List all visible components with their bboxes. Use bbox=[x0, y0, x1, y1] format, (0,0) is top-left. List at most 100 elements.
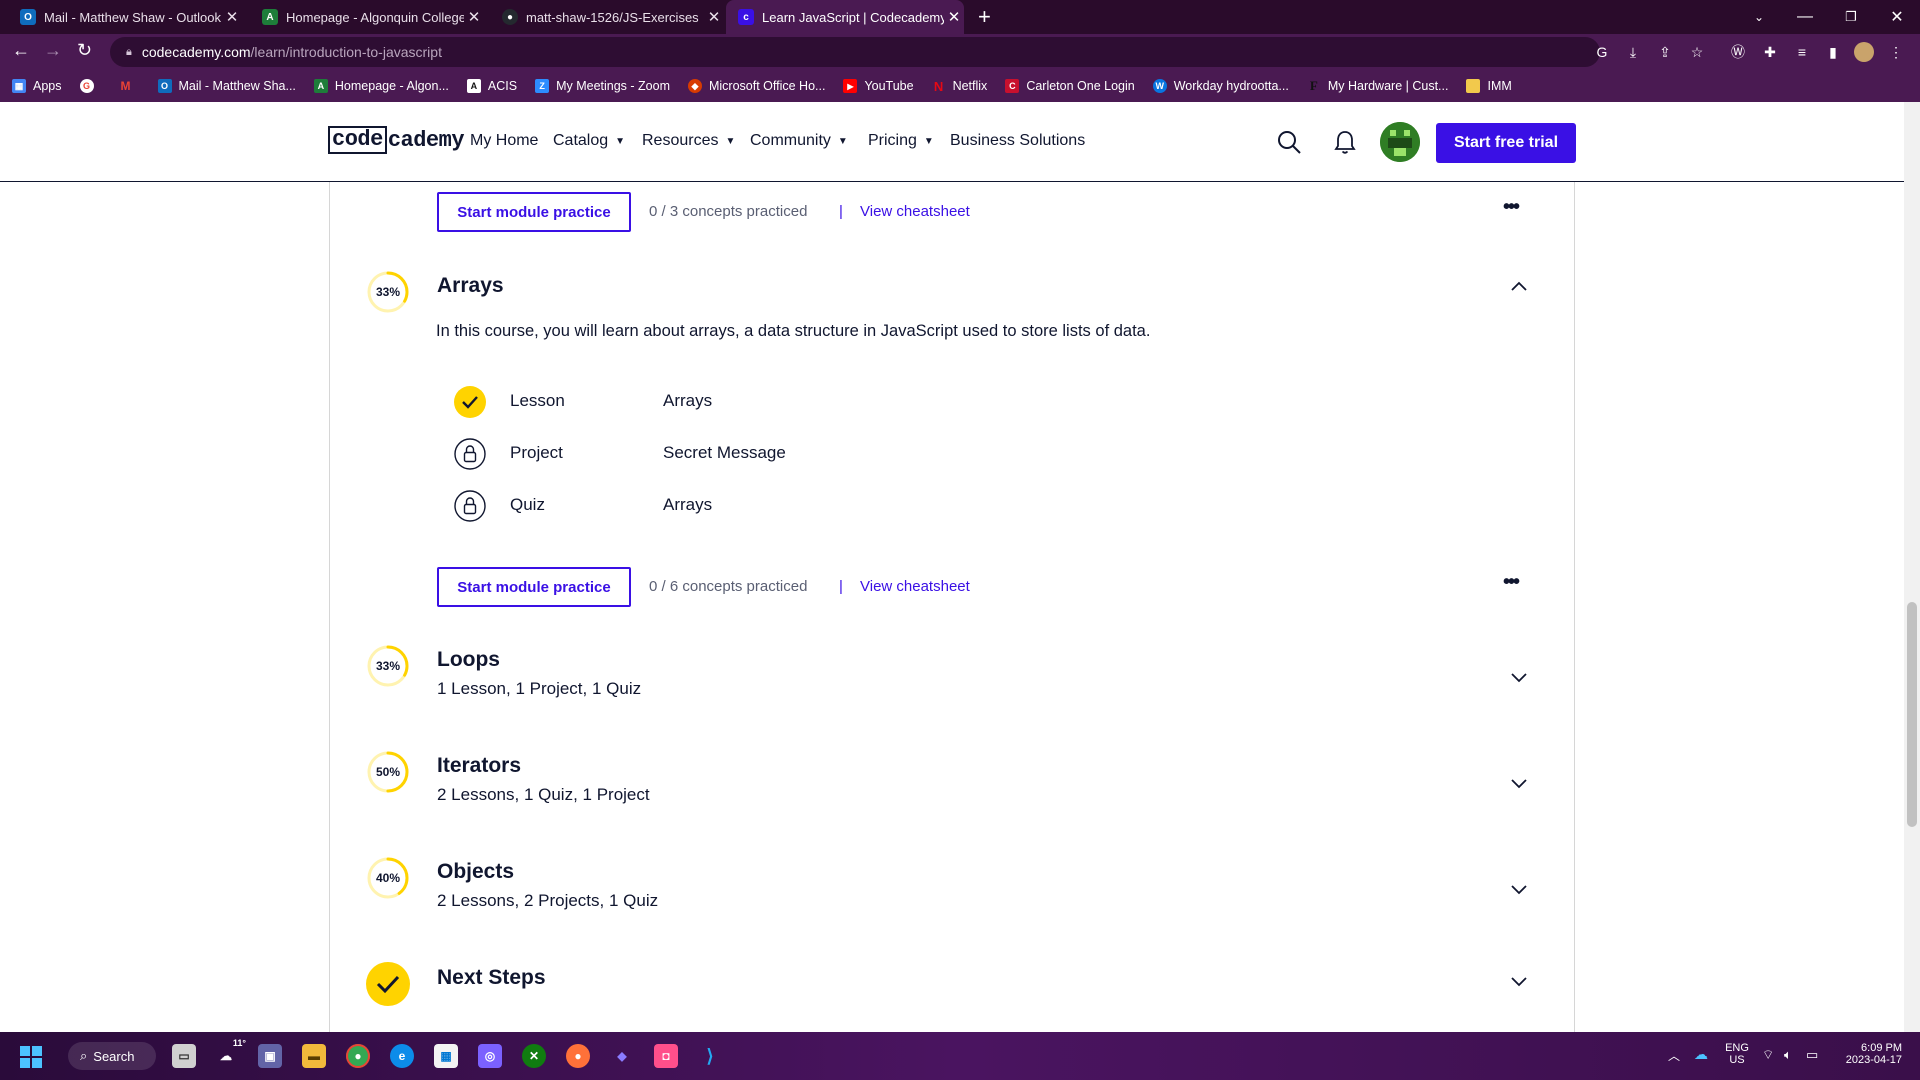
bookmark-gmail[interactable]: M bbox=[119, 79, 140, 93]
bookmark-acis[interactable]: A ACIS bbox=[466, 79, 517, 93]
nav-resources[interactable]: Resources ▼ bbox=[642, 132, 735, 150]
view-cheatsheet-link[interactable]: View cheatsheet bbox=[860, 203, 970, 220]
start-module-practice-button[interactable]: Start module practice bbox=[437, 567, 631, 607]
chevron-up-icon[interactable]: ︿ bbox=[1668, 1047, 1680, 1064]
item-name[interactable]: Arrays bbox=[663, 391, 712, 411]
bookmark-apps[interactable]: ▦ Apps bbox=[12, 79, 62, 93]
concepts-practiced: 0 / 6 concepts practiced bbox=[649, 578, 808, 595]
bookmark-office[interactable]: ◆ Microsoft Office Ho... bbox=[687, 79, 825, 93]
install-app-icon[interactable]: ⤓ bbox=[1623, 42, 1643, 62]
bookmark-google[interactable]: G bbox=[79, 79, 101, 93]
tab-codecademy[interactable]: c Learn JavaScript | Codecademy ✕ bbox=[726, 0, 964, 34]
chevron-down-icon[interactable] bbox=[1510, 972, 1528, 990]
obsidian-icon[interactable]: ◆ bbox=[610, 1044, 634, 1068]
chrome-icon[interactable]: ● bbox=[346, 1044, 370, 1068]
taskbar-search[interactable]: ⌕ Search bbox=[68, 1042, 156, 1070]
module-title[interactable]: Next Steps bbox=[437, 966, 546, 990]
battery-icon[interactable]: ▭ bbox=[1806, 1047, 1818, 1063]
language-indicator[interactable]: ENG US bbox=[1722, 1042, 1752, 1066]
app-icon[interactable]: ◘ bbox=[654, 1044, 678, 1068]
bookmark-hardware[interactable]: F My Hardware | Cust... bbox=[1307, 78, 1449, 93]
weather-badge: 11° bbox=[232, 1038, 246, 1048]
more-options-icon[interactable]: ••• bbox=[1503, 196, 1520, 219]
bookmark-youtube[interactable]: ▶ YouTube bbox=[843, 79, 914, 93]
share-icon[interactable]: ⇪ bbox=[1655, 42, 1675, 62]
close-icon[interactable]: ✕ bbox=[704, 8, 724, 26]
bookmark-zoom[interactable]: Z My Meetings - Zoom bbox=[535, 79, 670, 93]
edge-icon[interactable]: e bbox=[390, 1044, 414, 1068]
extension-w-icon[interactable]: Ⓦ bbox=[1728, 42, 1748, 62]
vscode-icon[interactable]: ⟩ bbox=[698, 1044, 722, 1068]
tab-search-icon[interactable]: ⌄ bbox=[1736, 0, 1782, 34]
bookmark-workday[interactable]: W Workday hydrootta... bbox=[1152, 79, 1289, 93]
menu-kebab-icon[interactable]: ⋮ bbox=[1886, 42, 1906, 62]
forward-icon[interactable]: → bbox=[44, 40, 62, 61]
close-icon[interactable]: ✕ bbox=[464, 8, 484, 26]
nav-community[interactable]: Community ▼ bbox=[750, 132, 848, 150]
nav-pricing[interactable]: Pricing ▼ bbox=[868, 132, 934, 150]
bookmark-algonquin[interactable]: A Homepage - Algon... bbox=[313, 79, 449, 93]
weather-widget-icon[interactable]: ☁ 11° bbox=[214, 1038, 246, 1068]
chevron-down-icon[interactable] bbox=[1510, 880, 1528, 898]
volume-icon[interactable]: 🔈︎ bbox=[1784, 1047, 1792, 1063]
extensions-puzzle-icon[interactable]: ✚ bbox=[1760, 42, 1780, 62]
file-explorer-icon[interactable]: ▬ bbox=[302, 1044, 326, 1068]
reload-icon[interactable]: ↻ bbox=[77, 40, 92, 61]
footer-separator: | bbox=[839, 578, 843, 595]
profile-avatar[interactable] bbox=[1854, 42, 1874, 62]
nav-business-solutions[interactable]: Business Solutions bbox=[950, 132, 1085, 150]
close-icon[interactable]: ✕ bbox=[944, 8, 964, 26]
side-panel-icon[interactable]: ▮ bbox=[1823, 42, 1843, 62]
clock[interactable]: 6:09 PM 2023-04-17 bbox=[1836, 1042, 1902, 1066]
bookmark-carleton[interactable]: C Carleton One Login bbox=[1005, 79, 1135, 93]
codecademy-logo[interactable]: code cademy bbox=[328, 126, 465, 154]
scrollbar-thumb[interactable] bbox=[1907, 602, 1917, 827]
chevron-up-icon[interactable] bbox=[1510, 278, 1528, 296]
new-tab-button[interactable]: + bbox=[978, 4, 991, 30]
bell-icon[interactable] bbox=[1333, 129, 1357, 155]
bookmark-imm[interactable]: IMM bbox=[1466, 79, 1512, 93]
window-close-icon[interactable]: ✕ bbox=[1874, 0, 1920, 34]
windows-start-icon[interactable] bbox=[20, 1046, 42, 1068]
item-name[interactable]: Arrays bbox=[663, 495, 712, 515]
bookmark-star-icon[interactable]: ☆ bbox=[1687, 42, 1707, 62]
task-view-icon[interactable]: ▭ bbox=[172, 1044, 196, 1068]
avatar[interactable] bbox=[1380, 122, 1420, 162]
firefox-icon[interactable]: ● bbox=[566, 1044, 590, 1068]
tab-outlook[interactable]: O Mail - Matthew Shaw - Outlook ✕ bbox=[16, 0, 242, 34]
onedrive-icon[interactable]: ☁ bbox=[1694, 1046, 1708, 1063]
more-options-icon[interactable]: ••• bbox=[1503, 571, 1520, 594]
chevron-down-icon[interactable] bbox=[1510, 668, 1528, 686]
tab-github[interactable]: ● matt-shaw-1526/JS-Exercises ✕ bbox=[498, 0, 724, 34]
microsoft-store-icon[interactable]: ▦ bbox=[434, 1044, 458, 1068]
module-title[interactable]: Iterators bbox=[437, 754, 521, 778]
module-title[interactable]: Loops bbox=[437, 648, 500, 672]
bookmark-netflix[interactable]: N Netflix bbox=[932, 79, 987, 94]
restore-icon[interactable]: ❐ bbox=[1828, 0, 1874, 34]
back-icon[interactable]: ← bbox=[12, 40, 30, 61]
wifi-icon[interactable]: ⌔ bbox=[1762, 1047, 1774, 1063]
module-title[interactable]: Objects bbox=[437, 860, 514, 884]
chevron-down-icon[interactable] bbox=[1510, 774, 1528, 792]
reading-list-icon[interactable]: ≡ bbox=[1792, 42, 1812, 62]
view-cheatsheet-link[interactable]: View cheatsheet bbox=[860, 578, 970, 595]
tab-algonquin[interactable]: A Homepage - Algonquin College ✕ bbox=[258, 0, 484, 34]
outlook-icon: O bbox=[20, 9, 36, 25]
start-free-trial-button[interactable]: Start free trial bbox=[1436, 123, 1576, 163]
google-lens-icon[interactable]: G bbox=[1592, 42, 1612, 62]
page-scrollbar[interactable] bbox=[1904, 102, 1920, 1032]
search-icon[interactable] bbox=[1276, 129, 1302, 155]
xbox-icon[interactable]: ✕ bbox=[522, 1044, 546, 1068]
item-name[interactable]: Secret Message bbox=[663, 443, 786, 463]
nav-catalog[interactable]: Catalog ▼ bbox=[553, 132, 625, 150]
nav-my-home[interactable]: My Home bbox=[470, 132, 538, 150]
tab-title: matt-shaw-1526/JS-Exercises bbox=[526, 9, 699, 25]
close-icon[interactable]: ✕ bbox=[222, 8, 242, 26]
app-icon[interactable]: ◎ bbox=[478, 1044, 502, 1068]
bookmark-outlook[interactable]: O Mail - Matthew Sha... bbox=[157, 79, 296, 93]
minimize-icon[interactable]: — bbox=[1782, 0, 1828, 34]
module-title[interactable]: Arrays bbox=[437, 274, 504, 298]
address-bar[interactable]: 🔒︎ codecademy.com/learn/introduction-to-… bbox=[110, 37, 1600, 67]
teams-chat-icon[interactable]: ▣ bbox=[258, 1044, 282, 1068]
start-module-practice-button[interactable]: Start module practice bbox=[437, 192, 631, 232]
